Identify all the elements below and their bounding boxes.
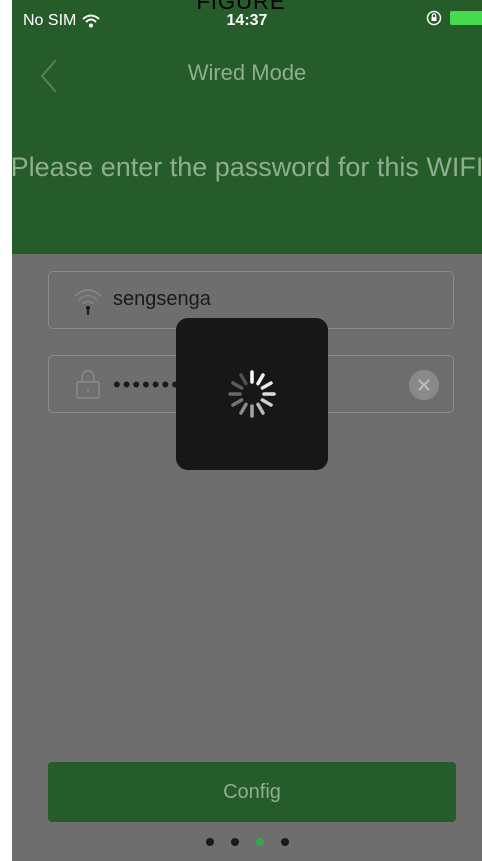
phone-screen: No SIM 14:37 Wired Mode Please enter the… bbox=[12, 0, 482, 861]
page-dot[interactable] bbox=[280, 838, 289, 846]
password-prompt: Please enter the password for this WIFI bbox=[12, 152, 482, 182]
figure-label: FIGURE bbox=[196, 0, 286, 14]
header: Wired Mode Please enter the password for… bbox=[12, 44, 482, 254]
config-button[interactable]: Config bbox=[48, 762, 456, 822]
page-dot[interactable] bbox=[230, 838, 239, 846]
page-indicator bbox=[12, 838, 482, 846]
clear-password-button[interactable] bbox=[409, 370, 439, 400]
nav-title: Wired Mode bbox=[187, 60, 307, 85]
page-dot[interactable] bbox=[205, 838, 214, 846]
page-dot-active[interactable] bbox=[255, 838, 264, 846]
wifi-icon bbox=[74, 289, 102, 315]
loading-hud bbox=[176, 318, 328, 470]
ssid-value: sengsenga bbox=[113, 288, 211, 310]
lock-icon bbox=[76, 370, 100, 399]
loading-spinner-icon bbox=[228, 370, 276, 418]
close-icon bbox=[418, 379, 430, 391]
